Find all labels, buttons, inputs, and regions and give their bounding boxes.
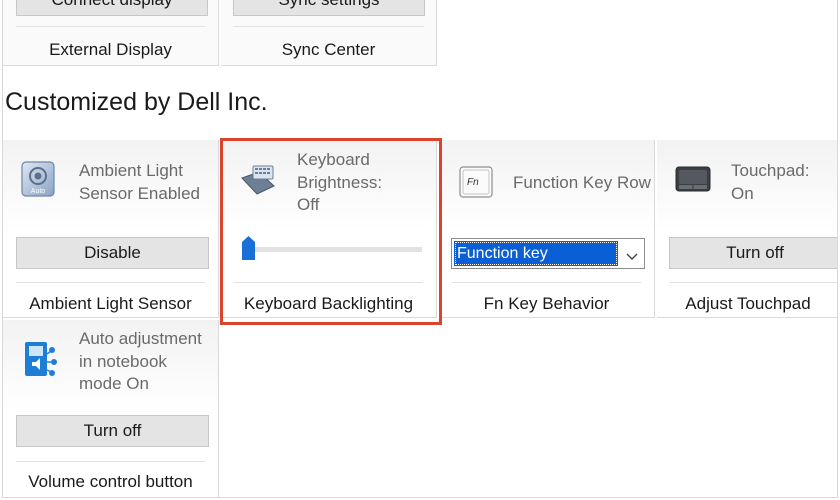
control-panel-window: Connect display External Display Sync se… — [2, 0, 838, 498]
divider — [234, 282, 423, 283]
status-line: mode On — [79, 374, 149, 393]
divider — [16, 26, 205, 27]
ambient-light-sensor-icon: Auto — [20, 160, 56, 205]
touchpad-turn-off-button[interactable]: Turn off — [669, 237, 837, 269]
volume-turn-off-button[interactable]: Turn off — [16, 415, 209, 447]
fn-key-label: Fn — [467, 177, 479, 188]
status-line: Touchpad: — [731, 161, 810, 180]
sync-center-tile: Sync settings Sync Center — [221, 0, 437, 66]
adjust-touchpad-label: Adjust Touchpad — [685, 294, 811, 313]
touchpad-icon — [675, 166, 711, 197]
volume-control-tile: Auto adjustment in notebook mode On Turn… — [3, 320, 219, 497]
function-key-select[interactable]: Function key — [451, 238, 645, 269]
fn-key-behavior-label: Fn Key Behavior — [483, 294, 610, 313]
keyboard-backlight-icon — [239, 164, 277, 203]
divider — [16, 461, 205, 462]
volume-control-status: Auto adjustment in notebook mode On — [79, 328, 202, 396]
external-display-label: External Display — [49, 40, 172, 59]
section-title: Customized by Dell Inc. — [5, 88, 268, 116]
brightness-slider-thumb[interactable] — [241, 236, 256, 261]
touchpad-tile: Touchpad: On Turn off Adjust Touchpad — [657, 140, 837, 318]
chevron-down-icon[interactable] — [626, 248, 638, 266]
status-line: in notebook — [79, 351, 167, 371]
keyboard-brightness-status: Keyboard Brightness: Off — [297, 149, 382, 217]
keyboard-backlighting-label: Keyboard Backlighting — [243, 294, 414, 313]
auto-caption: Auto — [31, 188, 46, 195]
divider — [669, 282, 837, 283]
sync-center-label: Sync Center — [281, 40, 376, 59]
fn-key-icon: Fn — [459, 166, 493, 203]
function-key-select-value: Function key — [454, 241, 618, 266]
ambient-light-sensor-label: Ambient Light Sensor — [29, 294, 192, 313]
ambient-light-status: Ambient Light Sensor Enabled — [79, 160, 200, 205]
status-line: Ambient Light — [79, 161, 183, 180]
status-line: On — [731, 183, 754, 203]
volume-control-button-label: Volume control button — [28, 472, 193, 491]
divider — [233, 26, 424, 27]
external-display-tile: Connect display External Display — [3, 0, 219, 66]
status-line: Off — [297, 195, 320, 214]
ambient-light-tile: Auto Ambient Light Sensor Enabled Disabl… — [3, 140, 219, 318]
status-line: Brightness: — [297, 172, 383, 192]
volume-adjust-icon — [23, 340, 61, 385]
sync-settings-button[interactable]: Sync settings — [233, 0, 425, 16]
keyboard-backlighting-tile: Keyboard Brightness: Off Keyboard Backli… — [221, 140, 437, 318]
touchpad-status: Touchpad: On — [731, 160, 809, 205]
function-key-row-status: Function Key Row — [513, 173, 651, 192]
fn-key-behavior-tile: Fn Function Key Row Fn Key Behavior — [439, 140, 655, 318]
status-line: Auto adjustment — [79, 329, 202, 348]
disable-button[interactable]: Disable — [16, 237, 209, 269]
brightness-slider-track[interactable] — [245, 247, 422, 252]
divider — [16, 282, 205, 283]
divider — [452, 282, 641, 283]
status-line: Sensor Enabled — [79, 183, 200, 203]
connect-display-button[interactable]: Connect display — [16, 0, 208, 16]
status-line: Keyboard — [297, 150, 370, 169]
